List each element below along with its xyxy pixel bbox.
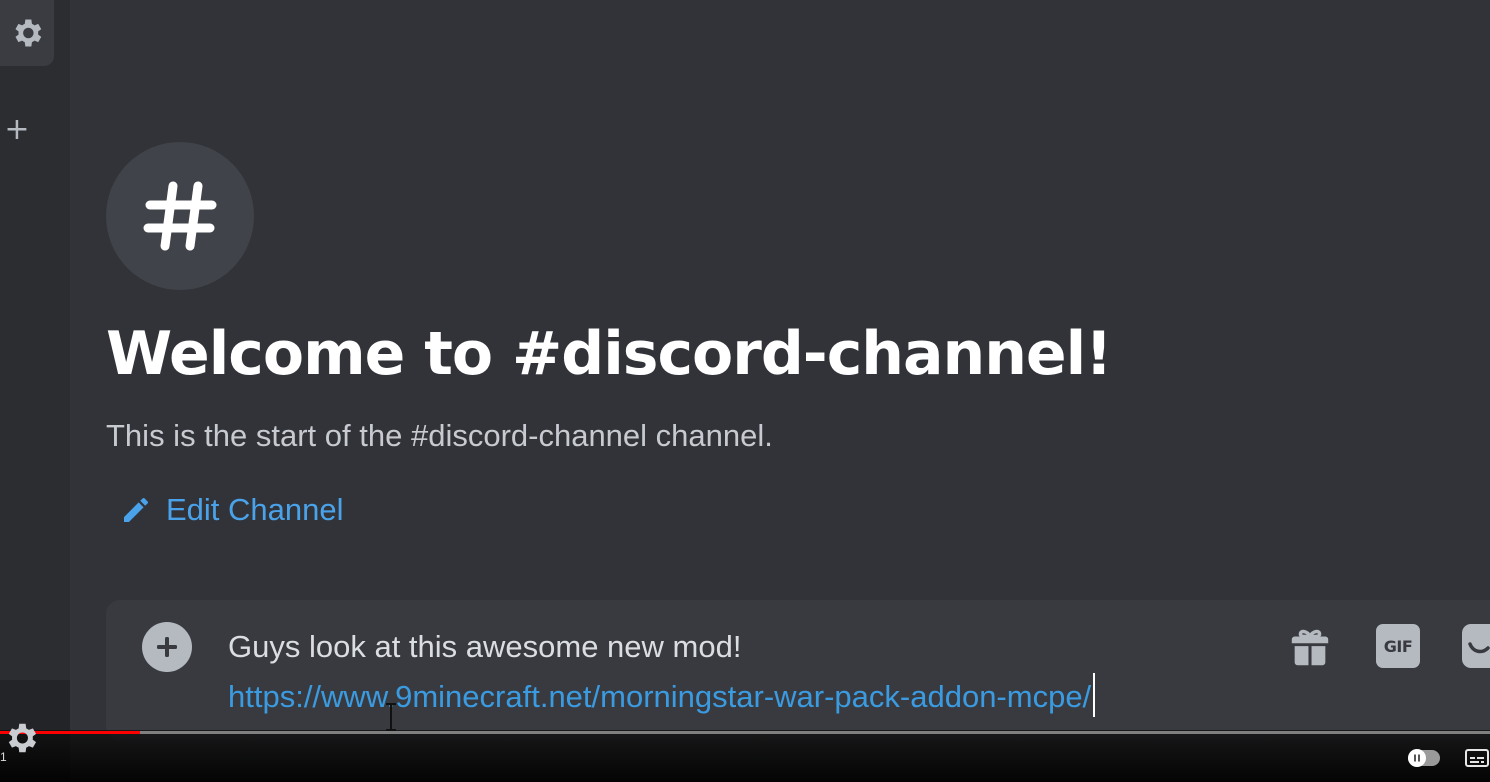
autoplay-toggle[interactable]: [1408, 749, 1440, 767]
channel-avatar: [106, 142, 254, 290]
pause-icon: [1414, 754, 1420, 762]
time-display: 1: [0, 750, 7, 764]
settings-button[interactable]: [2, 716, 40, 760]
sticker-icon: [1462, 624, 1490, 668]
sticker-button[interactable]: [1462, 624, 1490, 668]
message-input[interactable]: Guys look at this awesome new mod! https…: [228, 622, 1308, 722]
discord-app: + Welcome to #discord-channel! This is t…: [0, 0, 1490, 782]
gif-button[interactable]: GIF: [1376, 624, 1420, 668]
add-server-button[interactable]: +: [4, 112, 30, 148]
plus-circle-icon: [157, 637, 177, 657]
edit-channel-button[interactable]: Edit Channel: [120, 488, 344, 532]
page-title: Welcome to #discord-channel!: [106, 319, 1113, 389]
pencil-icon: [124, 498, 148, 522]
gear-icon: [15, 19, 42, 47]
message-text: Guys look at this awesome new mod!: [228, 629, 742, 664]
autoplay-knob: [1408, 749, 1426, 767]
video-progress-bar[interactable]: [0, 731, 1490, 734]
channel-start-text: This is the start of the #discord-channe…: [106, 418, 773, 453]
plus-icon: +: [4, 112, 30, 147]
hash-icon: [143, 181, 217, 251]
attach-button[interactable]: [142, 622, 192, 672]
video-player-controls: [0, 730, 1490, 782]
message-composer: Guys look at this awesome new mod! https…: [106, 600, 1490, 740]
server-settings-button[interactable]: [0, 0, 54, 66]
captions-icon: [1465, 749, 1489, 767]
gift-button[interactable]: [1286, 624, 1334, 672]
gear-icon: [8, 723, 37, 753]
text-caret: [1093, 673, 1096, 717]
message-link-line: https://www.9minecraft.net/morningstar-w…: [228, 672, 1308, 722]
gift-icon: [1291, 629, 1329, 666]
server-rail: +: [0, 0, 70, 782]
edit-channel-label: Edit Channel: [166, 492, 344, 527]
captions-button[interactable]: [1465, 748, 1489, 768]
message-link[interactable]: https://www.9minecraft.net/morningstar-w…: [228, 679, 1091, 714]
